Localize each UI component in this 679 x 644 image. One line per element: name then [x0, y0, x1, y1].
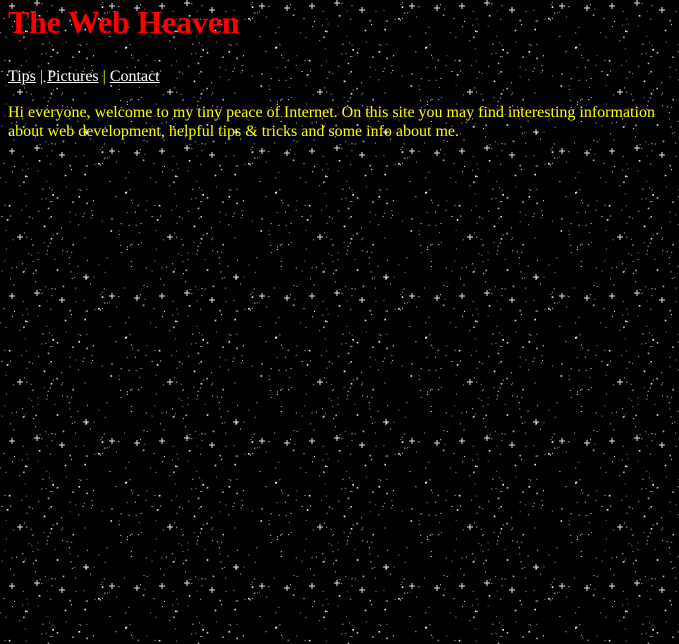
nav-bar: Tips | Pictures | Contact: [8, 68, 671, 86]
intro-paragraph: Hi everyone, welcome to my tiny peace of…: [8, 104, 655, 140]
nav-link-tips[interactable]: Tips: [8, 68, 36, 85]
page-title: The Web Heaven: [8, 4, 240, 40]
nav-link-contact[interactable]: Contact: [110, 68, 160, 85]
nav-separator: |: [39, 68, 44, 85]
nav-separator: |: [102, 68, 106, 85]
nav-link-pictures[interactable]: Pictures: [47, 68, 99, 85]
page-content: The Web Heaven Tips | Pictures | Contact…: [0, 0, 679, 141]
